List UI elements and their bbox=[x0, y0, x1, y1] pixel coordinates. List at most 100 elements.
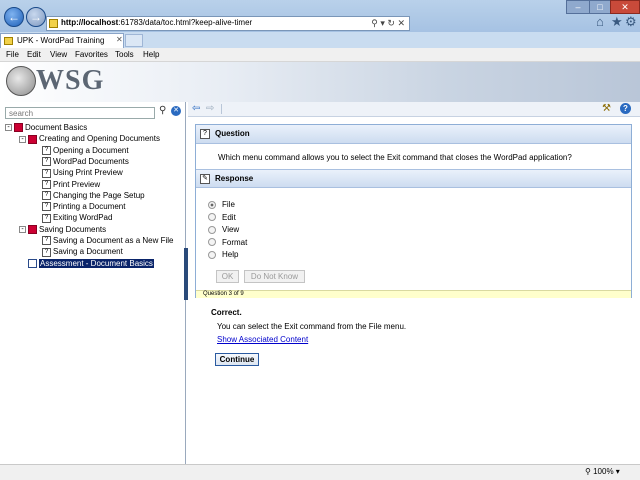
tree-item-label: Creating and Opening Documents bbox=[39, 134, 160, 144]
status-bar: ⚲ 100% ▾ bbox=[0, 464, 640, 480]
minimize-button[interactable]: – bbox=[566, 0, 590, 14]
response-option[interactable]: Help bbox=[208, 250, 238, 259]
show-associated-content-link[interactable]: Show Associated Content bbox=[217, 335, 308, 344]
close-icon[interactable]: ✕ bbox=[397, 18, 405, 28]
response-option-label: File bbox=[222, 200, 235, 209]
tree-item[interactable]: ? Exiting WordPad bbox=[33, 212, 112, 223]
collapse-toggle-icon[interactable]: - bbox=[5, 124, 12, 132]
tree-item[interactable]: - Document Basics bbox=[5, 122, 87, 133]
tree-item[interactable]: ? Using Print Preview bbox=[33, 167, 123, 178]
browser-tab[interactable]: UPK - WordPad Training ✕ bbox=[0, 33, 124, 48]
address-actions: ⚲ ▾ ↻ ✕ bbox=[371, 18, 405, 29]
radio-button[interactable] bbox=[208, 225, 216, 234]
do-not-know-button[interactable]: Do Not Know bbox=[244, 270, 305, 283]
tree-item[interactable]: ? Print Preview bbox=[33, 179, 100, 190]
favorites-icon[interactable]: ★ bbox=[611, 14, 623, 30]
tree-item[interactable]: - Saving Documents bbox=[19, 224, 106, 235]
tree-item[interactable]: Assessment - Document Basics bbox=[19, 258, 154, 269]
feedback-title: Correct. bbox=[211, 308, 242, 317]
menu-bar: File Edit View Favorites Tools Help bbox=[0, 48, 640, 62]
question-header: ? Question bbox=[196, 125, 631, 144]
document-icon: ? bbox=[42, 145, 51, 155]
radio-button[interactable] bbox=[208, 213, 216, 222]
tab-label: UPK - WordPad Training bbox=[17, 36, 105, 45]
search-icon[interactable]: ⚲ bbox=[371, 18, 378, 28]
menu-file[interactable]: File bbox=[6, 50, 19, 59]
tree-item-label: Print Preview bbox=[53, 179, 101, 189]
response-option-label: Edit bbox=[222, 212, 236, 222]
response-option[interactable]: File bbox=[208, 200, 235, 209]
response-option[interactable]: View bbox=[208, 225, 239, 234]
question-progress: Question 3 of 9 bbox=[203, 291, 244, 297]
question-icon: ? bbox=[200, 129, 210, 139]
toolbar-divider bbox=[221, 104, 222, 114]
ok-button[interactable]: OK bbox=[216, 270, 239, 283]
browser-titlebar: ← → http://localhost:61783/data/toc.html… bbox=[0, 0, 640, 32]
zoom-icon: ⚲ bbox=[585, 467, 591, 476]
menu-tools[interactable]: Tools bbox=[115, 50, 134, 59]
back-button[interactable]: ← bbox=[4, 7, 24, 27]
content-toolbar: ⇦ ⇨ ⚒ ? bbox=[188, 102, 640, 117]
menu-help[interactable]: Help bbox=[143, 50, 159, 59]
tree-item[interactable]: ? Printing a Document bbox=[33, 201, 125, 212]
tab-row: UPK - WordPad Training ✕ bbox=[0, 32, 640, 48]
zoom-control[interactable]: ⚲ 100% ▾ bbox=[585, 467, 620, 476]
question-text: Which menu command allows you to select … bbox=[218, 153, 572, 162]
next-arrow-icon[interactable]: ⇨ bbox=[206, 103, 214, 114]
tree-item-label: WordPad Documents bbox=[53, 156, 129, 166]
response-option[interactable]: Format bbox=[208, 238, 247, 247]
clear-search-icon[interactable]: ✕ bbox=[171, 106, 181, 116]
response-option[interactable]: Edit bbox=[208, 213, 236, 222]
document-icon: ? bbox=[42, 191, 51, 201]
maximize-button[interactable]: □ bbox=[589, 0, 611, 14]
document-icon: ? bbox=[42, 236, 51, 246]
address-bar[interactable]: http://localhost:61783/data/toc.html?kee… bbox=[46, 16, 410, 31]
tree-item[interactable]: ? Changing the Page Setup bbox=[33, 190, 145, 201]
tree-item[interactable]: ? WordPad Documents bbox=[33, 156, 129, 167]
collapse-toggle-icon[interactable]: - bbox=[19, 226, 26, 234]
tree-item[interactable]: - Creating and Opening Documents bbox=[19, 133, 160, 144]
panel-splitter[interactable] bbox=[184, 248, 188, 300]
address-path: :61783/data/toc.html?keep-alive-timer bbox=[118, 18, 253, 27]
gear-icon[interactable]: ⚙ bbox=[625, 14, 637, 30]
logo-text: WSG bbox=[36, 65, 105, 96]
search-icon[interactable]: ⚲ bbox=[159, 105, 166, 116]
tree-item-label: Changing the Page Setup bbox=[53, 190, 145, 200]
tree-item-label: Assessment - Document Basics bbox=[39, 258, 154, 268]
tree-item[interactable]: ? Opening a Document bbox=[33, 145, 129, 156]
tree-item[interactable]: ? Saving a Document bbox=[33, 246, 123, 257]
book-icon bbox=[14, 123, 23, 133]
forward-button[interactable]: → bbox=[26, 7, 46, 27]
tools-icon[interactable]: ⚒ bbox=[602, 103, 611, 114]
feedback-text: You can select the Exit command from the… bbox=[217, 322, 407, 331]
menu-favorites[interactable]: Favorites bbox=[75, 50, 108, 59]
close-window-button[interactable]: ✕ bbox=[610, 0, 640, 14]
question-box: ? Question Which menu command allows you… bbox=[195, 124, 632, 298]
tree-item[interactable]: ? Saving a Document as a New File bbox=[33, 235, 174, 246]
refresh-icon[interactable]: ↻ bbox=[387, 18, 395, 28]
menu-view[interactable]: View bbox=[50, 50, 67, 59]
tab-close-icon[interactable]: ✕ bbox=[116, 35, 123, 44]
tree-item-label: Saving a Document as a New File bbox=[53, 236, 174, 245]
zoom-level: 100% bbox=[593, 467, 614, 476]
response-option-label: Format bbox=[222, 237, 248, 247]
document-icon: ? bbox=[42, 168, 51, 178]
tree-item-label: Document Basics bbox=[25, 123, 88, 132]
document-icon: ? bbox=[42, 179, 51, 189]
menu-edit[interactable]: Edit bbox=[27, 50, 41, 59]
new-tab-button[interactable] bbox=[125, 34, 143, 47]
home-icon[interactable]: ⌂ bbox=[596, 14, 604, 29]
radio-button[interactable] bbox=[208, 250, 216, 259]
help-icon[interactable]: ? bbox=[620, 103, 631, 114]
outline-panel: search ⚲ ✕ - Document Basics - Creating and… bbox=[0, 102, 186, 464]
search-input[interactable]: search bbox=[5, 107, 155, 119]
continue-button[interactable]: Continue bbox=[215, 353, 259, 366]
radio-button[interactable] bbox=[208, 200, 216, 209]
previous-arrow-icon[interactable]: ⇦ bbox=[192, 103, 200, 114]
document-icon: ? bbox=[42, 157, 51, 167]
response-header-title: Response bbox=[215, 174, 254, 183]
assessment-icon bbox=[28, 258, 37, 268]
dropdown-icon[interactable]: ▾ bbox=[380, 18, 385, 28]
collapse-toggle-icon[interactable]: - bbox=[19, 135, 26, 143]
radio-button[interactable] bbox=[208, 238, 216, 247]
